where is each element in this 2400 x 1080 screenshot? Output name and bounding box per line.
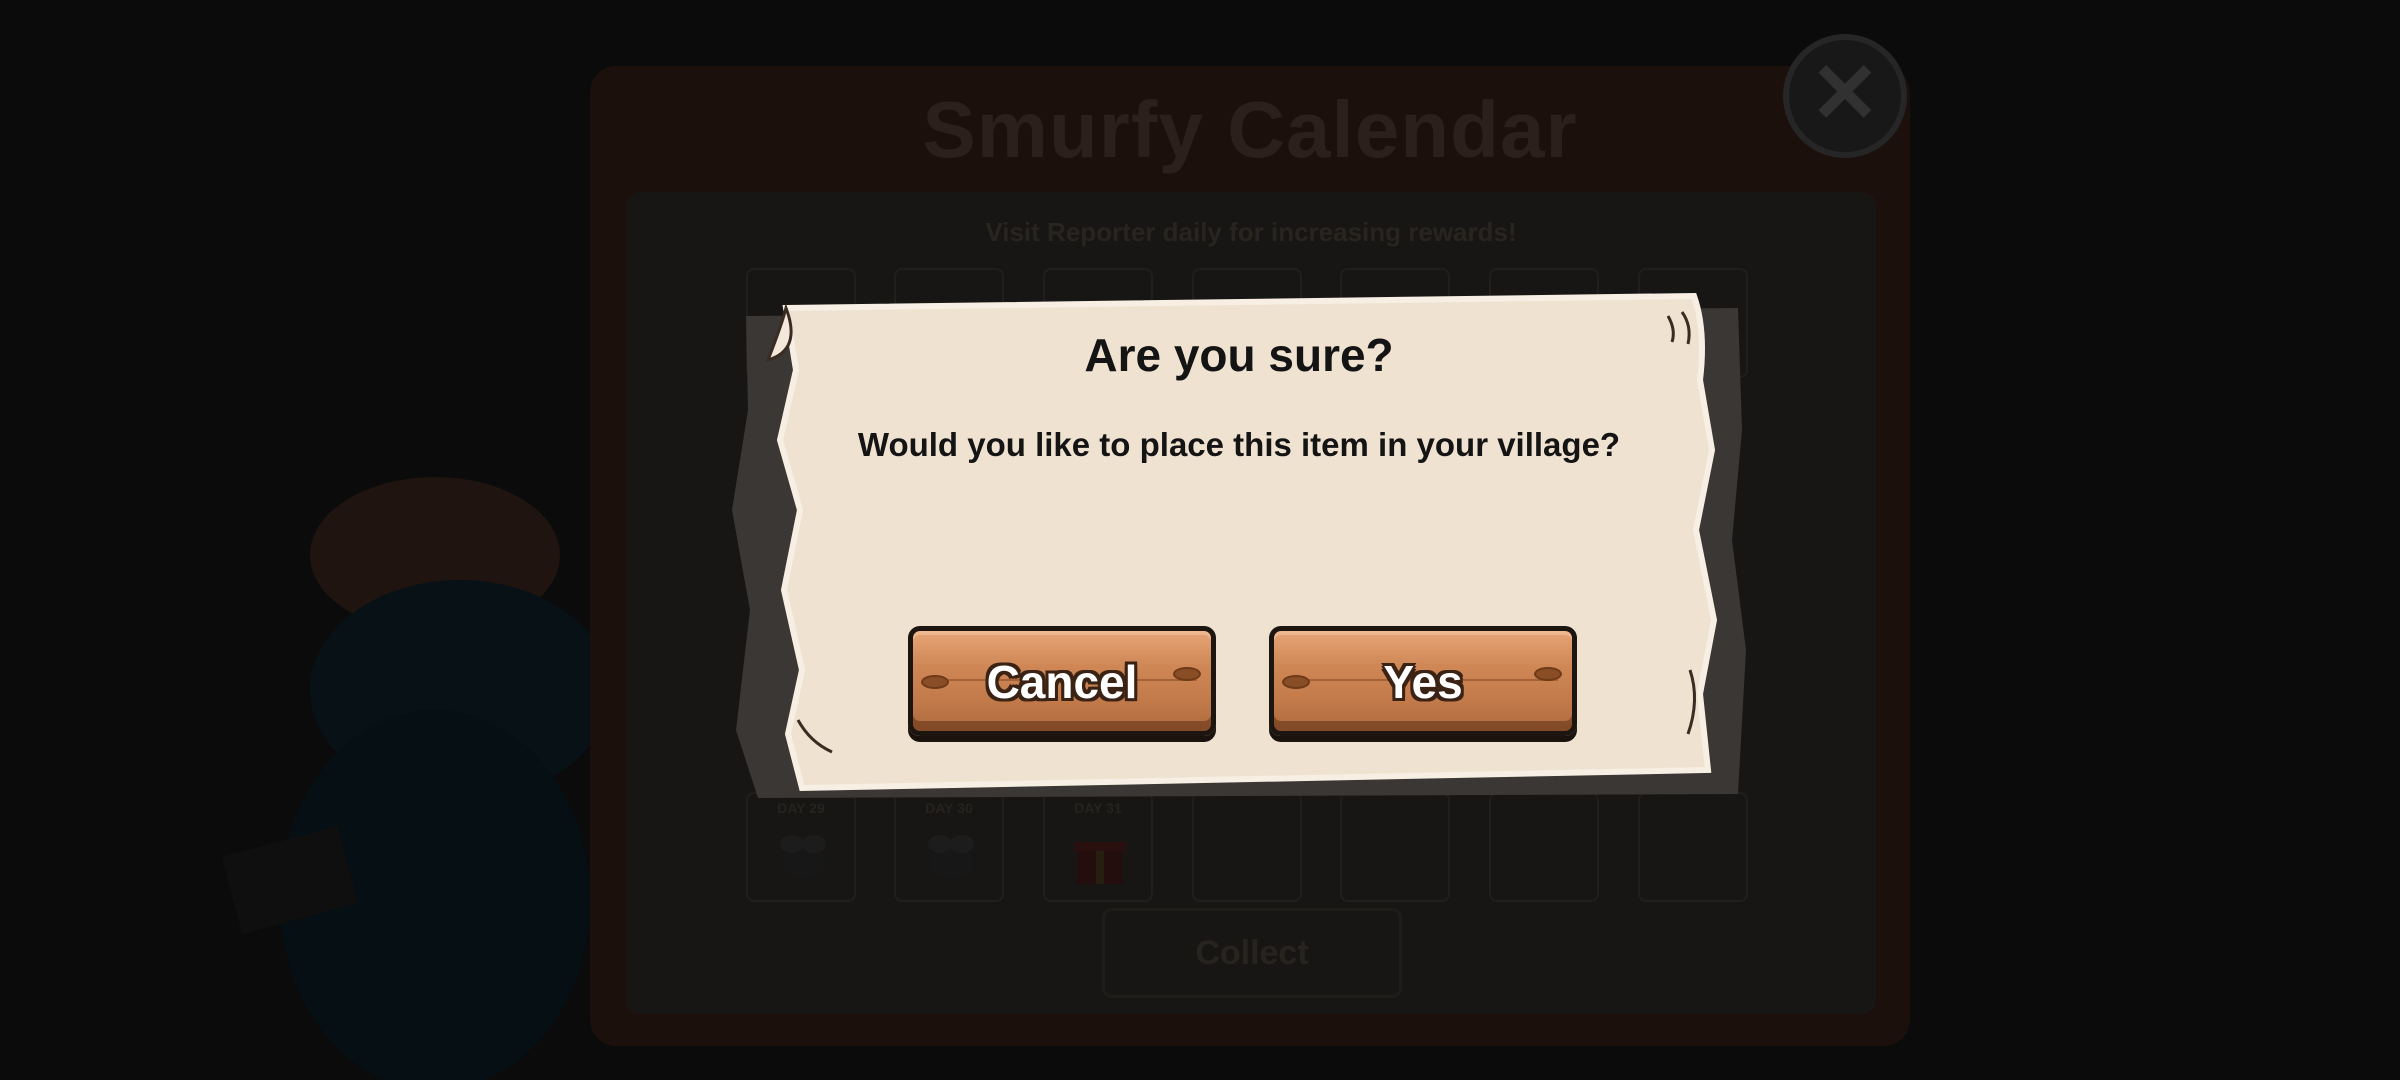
cancel-label: Cancel	[986, 656, 1138, 708]
cancel-button[interactable]: Cancel	[908, 626, 1216, 736]
yes-button[interactable]: Yes	[1269, 626, 1577, 736]
dialog-title: Are you sure?	[1084, 329, 1394, 381]
yes-label: Yes	[1383, 656, 1463, 708]
confirm-dialog: Are you sure? Would you like to place th…	[728, 290, 1750, 800]
dialog-message: Would you like to place this item in you…	[857, 426, 1621, 463]
